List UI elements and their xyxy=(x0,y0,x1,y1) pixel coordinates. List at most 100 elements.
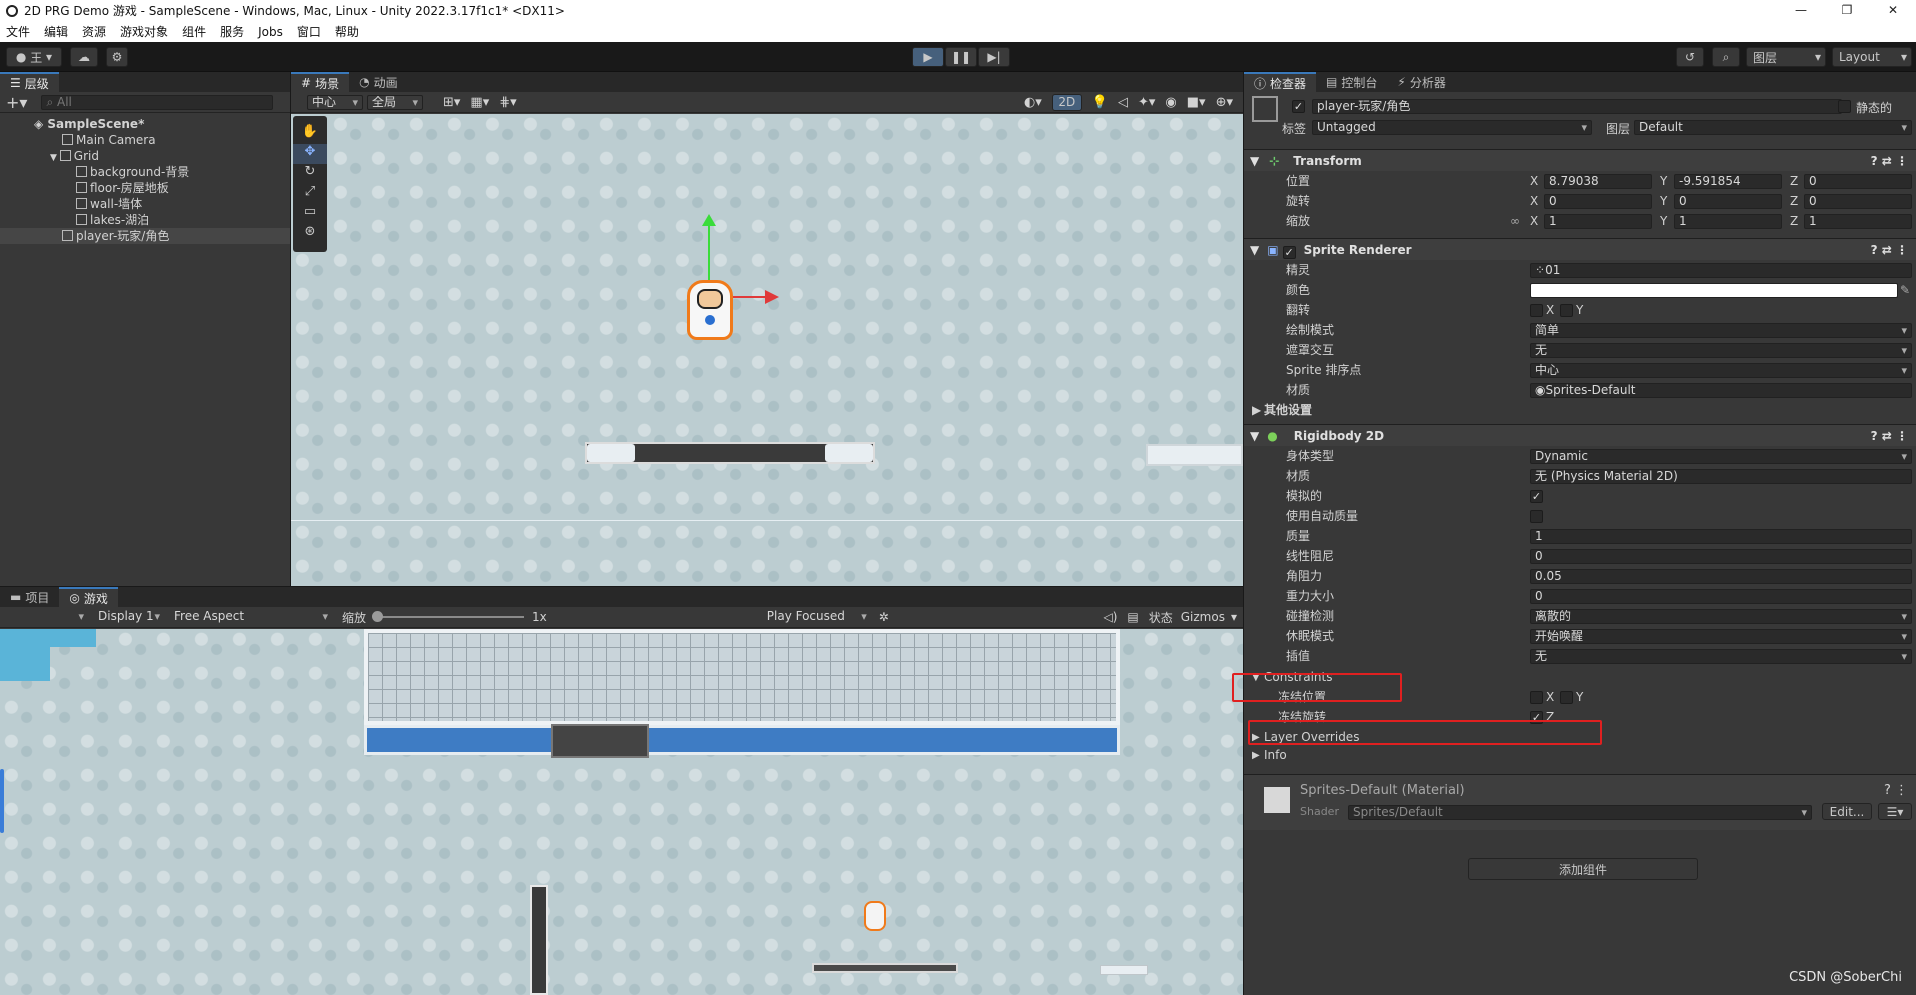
menu-assets[interactable]: 资源 xyxy=(82,23,106,40)
menu-services[interactable]: 服务 xyxy=(220,23,244,40)
step-button[interactable]: ▶| xyxy=(978,47,1010,67)
tab-profiler[interactable]: ⚡ 分析器 xyxy=(1387,72,1455,92)
light-icon[interactable]: 💡 xyxy=(1092,95,1108,110)
player-sprite[interactable] xyxy=(687,280,733,340)
collab-icon[interactable]: ⚙ xyxy=(106,47,128,67)
rect-tool-icon[interactable]: ▭ xyxy=(293,204,327,224)
linear-drag-field[interactable]: 0 xyxy=(1530,549,1912,564)
rotate-tool-icon[interactable]: ↻ xyxy=(293,164,327,184)
scale-tool-icon[interactable]: ⤢ xyxy=(293,184,327,204)
tab-project[interactable]: ▬ 项目 xyxy=(0,587,59,607)
scale-y-field[interactable]: 1 xyxy=(1674,214,1782,229)
mode-2d-toggle[interactable]: 2D xyxy=(1051,93,1082,111)
list-item[interactable]: background-背景 xyxy=(0,164,290,180)
active-checkbox[interactable]: ✓ xyxy=(1292,100,1305,113)
interpolate-dropdown[interactable]: 无 xyxy=(1530,649,1912,664)
audio-icon[interactable]: ◁ xyxy=(1118,95,1128,110)
gizmos-icon[interactable]: ⊕▾ xyxy=(1216,95,1233,110)
rigidbody-header[interactable]: ▼ ● Rigidbody 2D? ⇄ ⋮ xyxy=(1244,424,1916,446)
list-item[interactable]: lakes-湖泊 xyxy=(0,212,290,228)
menu-edit[interactable]: 编辑 xyxy=(44,23,68,40)
angular-drag-field[interactable]: 0.05 xyxy=(1530,569,1912,584)
y-axis-arrow[interactable] xyxy=(702,214,716,226)
scale-z-field[interactable]: 1 xyxy=(1804,214,1912,229)
account-dropdown[interactable]: ● 王 ▾ xyxy=(6,47,62,67)
y-axis-handle[interactable] xyxy=(708,222,710,282)
auto-mass-checkbox[interactable] xyxy=(1530,510,1543,523)
cloud-icon[interactable]: ☁ xyxy=(70,47,98,67)
eyedropper-icon[interactable]: ✎ xyxy=(1900,282,1910,299)
list-item[interactable]: floor-房屋地板 xyxy=(0,180,290,196)
physics-material-field[interactable]: 无 (Physics Material 2D) xyxy=(1530,469,1912,484)
simulated-checkbox[interactable]: ✓ xyxy=(1530,490,1543,503)
sort-point-dropdown[interactable]: 中心 xyxy=(1530,363,1912,378)
scale-x-field[interactable]: 1 xyxy=(1544,214,1652,229)
menu-file[interactable]: 文件 xyxy=(6,23,30,40)
snap-icon[interactable]: ⊞▾ xyxy=(443,95,460,110)
material-field[interactable]: ◉Sprites-Default xyxy=(1530,383,1912,398)
pause-button[interactable]: ❚❚ xyxy=(945,47,977,67)
minimize-button[interactable]: — xyxy=(1778,0,1824,21)
effects-icon[interactable]: ✦▾ xyxy=(1138,95,1155,110)
list-dropdown-icon[interactable]: ☰▾ xyxy=(1878,803,1912,820)
menu-jobs[interactable]: Jobs xyxy=(258,25,283,39)
play-button[interactable]: ▶ xyxy=(912,47,944,67)
pivot-dropdown[interactable]: 中心 xyxy=(307,94,363,110)
history-icon[interactable]: ↺ xyxy=(1676,47,1704,67)
list-item[interactable]: wall-墙体 xyxy=(0,196,290,212)
tab-inspector[interactable]: ⓘ 检查器 xyxy=(1244,72,1317,92)
position-z-field[interactable]: 0 xyxy=(1804,174,1912,189)
flip-x-checkbox[interactable] xyxy=(1530,304,1543,317)
body-type-dropdown[interactable]: Dynamic xyxy=(1530,449,1912,464)
increment-icon[interactable]: ⋕▾ xyxy=(499,95,516,110)
shader-dropdown[interactable]: Sprites/Default xyxy=(1348,805,1812,820)
draw-mode-dropdown[interactable]: 简单 xyxy=(1530,323,1912,338)
tag-dropdown[interactable]: Untagged xyxy=(1312,120,1592,135)
audio-mute-icon[interactable]: ◁) xyxy=(1103,610,1117,624)
play-mode-dropdown[interactable]: Play Focused xyxy=(762,609,871,625)
layers-dropdown[interactable]: 图层 ▾ xyxy=(1746,47,1826,67)
rotation-x-field[interactable]: 0 xyxy=(1544,194,1652,209)
hand-tool-icon[interactable]: ✋ xyxy=(293,124,327,144)
layout-dropdown[interactable]: Layout ▾ xyxy=(1832,47,1912,67)
game-viewport[interactable] xyxy=(0,629,1243,995)
tab-console[interactable]: ▤ 控制台 xyxy=(1316,72,1387,92)
freeze-position-x-checkbox[interactable] xyxy=(1530,691,1543,704)
transform-header[interactable]: ▼ ⊹ Transform? ⇄ ⋮ xyxy=(1244,149,1916,171)
flip-y-checkbox[interactable] xyxy=(1560,304,1573,317)
display-dropdown[interactable]: Display 1 xyxy=(94,609,164,625)
mass-field[interactable]: 1 xyxy=(1530,529,1912,544)
move-tool-icon[interactable]: ✥ xyxy=(293,144,327,164)
tab-scene[interactable]: # 场景 xyxy=(291,72,350,92)
list-item[interactable]: ▼ Grid xyxy=(0,148,290,164)
object-name-field[interactable]: player-玩家/角色 xyxy=(1312,99,1842,114)
link-icon[interactable]: ∞ xyxy=(1510,213,1520,230)
scene-root[interactable]: ◈ SampleScene* xyxy=(0,116,290,132)
tab-game[interactable]: ◎ 游戏 xyxy=(59,587,118,607)
tab-animation[interactable]: ◔ 动画 xyxy=(349,72,408,92)
other-settings-foldout[interactable]: ▶ 其他设置 xyxy=(1244,402,1916,419)
bug-icon[interactable]: ✲ xyxy=(879,610,889,624)
position-x-field[interactable]: 8.79038 xyxy=(1544,174,1652,189)
hierarchy-search-input[interactable]: ⌕ All xyxy=(41,94,274,110)
help-icon[interactable]: ? ⋮ xyxy=(1884,783,1908,798)
freeze-position-y-checkbox[interactable] xyxy=(1560,691,1573,704)
component-menu-icon[interactable]: ? ⇄ ⋮ xyxy=(1871,239,1908,261)
list-item-selected[interactable]: player-玩家/角色 xyxy=(0,228,290,244)
list-item[interactable]: Main Camera xyxy=(0,132,290,148)
gizmos-dropdown[interactable]: Gizmos xyxy=(1181,610,1225,624)
menu-window[interactable]: 窗口 xyxy=(297,23,321,40)
info-foldout[interactable]: ▶ Info xyxy=(1244,747,1916,764)
transform-tool-icon[interactable]: ⊛ xyxy=(293,224,327,244)
stats-button[interactable]: 状态 xyxy=(1149,609,1173,626)
game-dropdown[interactable] xyxy=(0,609,88,625)
position-y-field[interactable]: -9.591854 xyxy=(1674,174,1782,189)
edit-shader-button[interactable]: Edit... xyxy=(1822,803,1872,820)
mask-dropdown[interactable]: 无 xyxy=(1530,343,1912,358)
camera-icon[interactable]: ■▾ xyxy=(1187,95,1206,110)
gravity-scale-field[interactable]: 0 xyxy=(1530,589,1912,604)
menu-help[interactable]: 帮助 xyxy=(335,23,359,40)
maximize-button[interactable]: ❐ xyxy=(1824,0,1870,21)
rotation-z-field[interactable]: 0 xyxy=(1804,194,1912,209)
menu-gameobject[interactable]: 游戏对象 xyxy=(120,23,168,40)
